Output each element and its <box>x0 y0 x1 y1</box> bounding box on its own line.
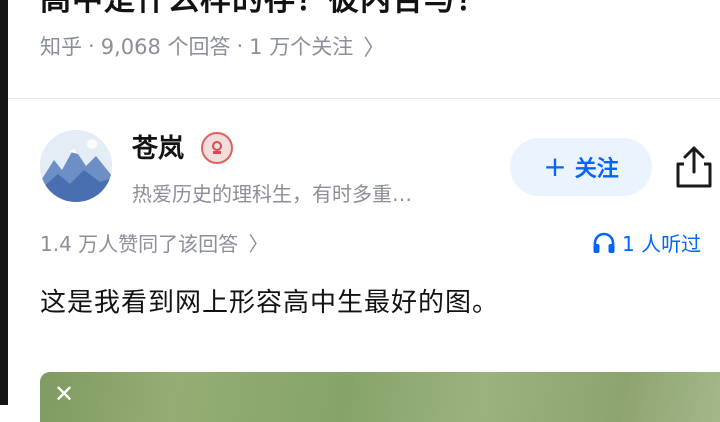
follower-count: 1 万个关注 <box>249 35 354 59</box>
likes-text: 1.4 万人赞同了该回答 <box>40 232 239 256</box>
separator-dot: · <box>88 34 95 58</box>
separator-dot: · <box>236 34 244 58</box>
plus-icon: + <box>543 150 567 183</box>
chevron-right-icon: 〉 <box>248 232 269 256</box>
verified-badge-icon <box>201 132 233 164</box>
author-bio: 热爱历史的理科生，有时多重… <box>132 182 412 206</box>
close-icon[interactable]: ✕ <box>54 380 74 408</box>
share-icon[interactable] <box>672 144 716 190</box>
section-divider <box>8 98 720 99</box>
answer-content: 这是我看到网上形容高中生最好的图。 <box>40 288 500 318</box>
likes-summary[interactable]: 1.4 万人赞同了该回答 〉 <box>40 228 269 257</box>
question-meta[interactable]: 知乎 · 9,068 个回答 · 1 万个关注 〉 <box>40 30 385 62</box>
answer-image[interactable]: ✕ <box>40 372 720 422</box>
author-name[interactable]: 苍岚 <box>132 128 184 165</box>
headphones-icon <box>593 232 615 253</box>
avatar[interactable] <box>40 130 112 202</box>
left-edge-bar <box>0 0 8 405</box>
chevron-right-icon: 〉 <box>363 36 386 61</box>
listen-text: 1 人听过 <box>622 232 702 256</box>
question-title[interactable]: 高中是什么样的存？彼内告与？ <box>40 0 488 19</box>
listen-count[interactable]: 1 人听过 <box>592 228 701 257</box>
avatar-image <box>40 130 112 202</box>
source-label: 知乎 <box>40 35 82 59</box>
follow-label: 关注 <box>574 157 619 182</box>
answer-count: 9,068 个回答 <box>100 35 231 59</box>
follow-button[interactable]: + 关注 <box>510 138 652 196</box>
